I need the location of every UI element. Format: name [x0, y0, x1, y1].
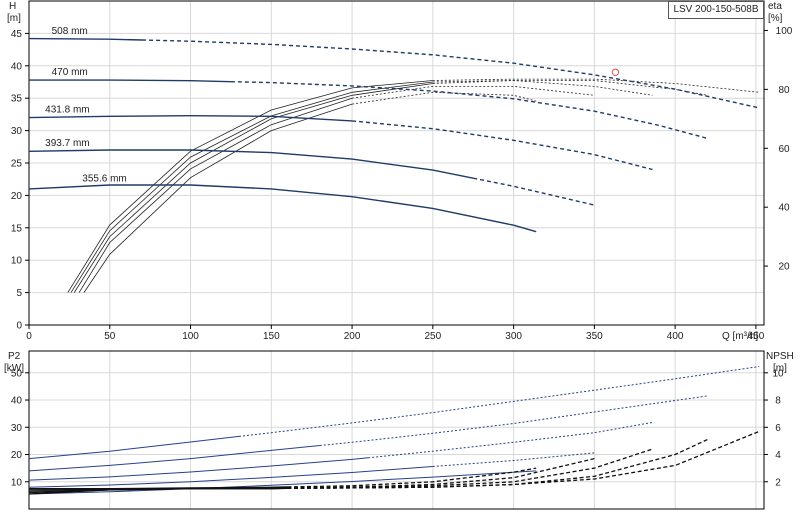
- y-tick-label: 15: [11, 223, 23, 234]
- y-tick-label: 10: [11, 477, 23, 488]
- y2-tick-label: 8: [775, 396, 781, 407]
- x-tick-label: 150: [263, 331, 280, 342]
- head-curve-extension: [473, 177, 595, 206]
- power-curve: [28, 445, 320, 472]
- y-tick-label: 30: [11, 423, 23, 434]
- impeller-diameter-label: 470 mm: [52, 67, 88, 78]
- y2-tick-label: 4: [775, 450, 781, 461]
- power-curve: [28, 457, 369, 481]
- x-tick-label: 400: [667, 331, 684, 342]
- impeller-diameter-label: 431.8 mm: [45, 104, 89, 115]
- y-tick-label: 20: [11, 450, 23, 461]
- head-curve-extension: [352, 120, 653, 171]
- power-curve: [28, 466, 433, 488]
- y-tick-label: 35: [11, 94, 23, 105]
- impeller-diameter-label: 508 mm: [52, 26, 88, 37]
- y-tick-label: 40: [11, 396, 23, 407]
- x-axis-label: Q [m³/h]: [722, 331, 758, 342]
- y-axis-unit: [m]: [7, 13, 21, 24]
- y2-axis-unit: [%]: [768, 13, 783, 24]
- x-tick-label: 100: [182, 331, 199, 342]
- y2-tick-label: 20: [778, 262, 790, 273]
- duty-point-marker: [611, 68, 620, 76]
- x-tick-label: 350: [586, 331, 603, 342]
- y-axis-unit: [kW]: [4, 363, 24, 374]
- x-tick-label: 50: [104, 331, 116, 342]
- head-curve: [28, 37, 143, 41]
- y2-tick-label: 2: [775, 477, 781, 488]
- y2-tick-label: 6: [775, 423, 781, 434]
- power-chart-frame: [28, 350, 765, 510]
- head-curve: [29, 79, 231, 83]
- power-chart-plot: [28, 366, 760, 495]
- y-tick-label: 45: [11, 29, 23, 40]
- npsh-curve-extension: [287, 467, 537, 488]
- y-tick-label: 10: [11, 256, 23, 267]
- pump-performance-chart: 0 50 100 150 200 250 300 350 400 450Q [m³/h]05101…: [4, 0, 794, 510]
- y2-tick-label: 40: [778, 203, 790, 214]
- power-curve: [28, 435, 240, 460]
- efficiency-curve: [83, 103, 353, 293]
- x-tick-label: 0: [26, 331, 32, 342]
- x-tick-label: 200: [344, 331, 361, 342]
- y-axis-label: P2: [8, 351, 21, 362]
- power-curve-extension: [238, 366, 760, 437]
- y2-axis-unit: [m]: [773, 363, 787, 374]
- power-chart-grid: [29, 351, 764, 509]
- x-tick-label: 300: [505, 331, 522, 342]
- y-tick-label: 0: [16, 321, 22, 332]
- head-chart-grid: [29, 1, 764, 325]
- impeller-diameter-label: 355.6 mm: [82, 173, 126, 184]
- y2-tick-label: 100: [776, 26, 793, 37]
- y2-tick-label: 60: [778, 144, 790, 155]
- y-tick-label: 40: [11, 61, 23, 72]
- y-tick-label: 5: [16, 288, 22, 299]
- y2-axis-label: eta: [768, 1, 782, 12]
- efficiency-curve: [67, 80, 433, 293]
- x-tick-label: 250: [425, 331, 442, 342]
- head-curve: [28, 184, 537, 233]
- y2-axis-label: NPSH: [766, 351, 794, 362]
- y-tick-label: 20: [11, 191, 23, 202]
- efficiency-curve-extension: [432, 80, 653, 96]
- y2-tick-label: 80: [778, 85, 790, 96]
- impeller-diameter-label: 393.7 mm: [45, 138, 89, 149]
- y-tick-label: 25: [11, 159, 23, 170]
- y-tick-label: 30: [11, 126, 23, 137]
- y-axis-label: H: [9, 1, 16, 12]
- pump-model-label: LSV 200-150-508B: [668, 1, 764, 19]
- npsh-curve-extension: [287, 438, 708, 490]
